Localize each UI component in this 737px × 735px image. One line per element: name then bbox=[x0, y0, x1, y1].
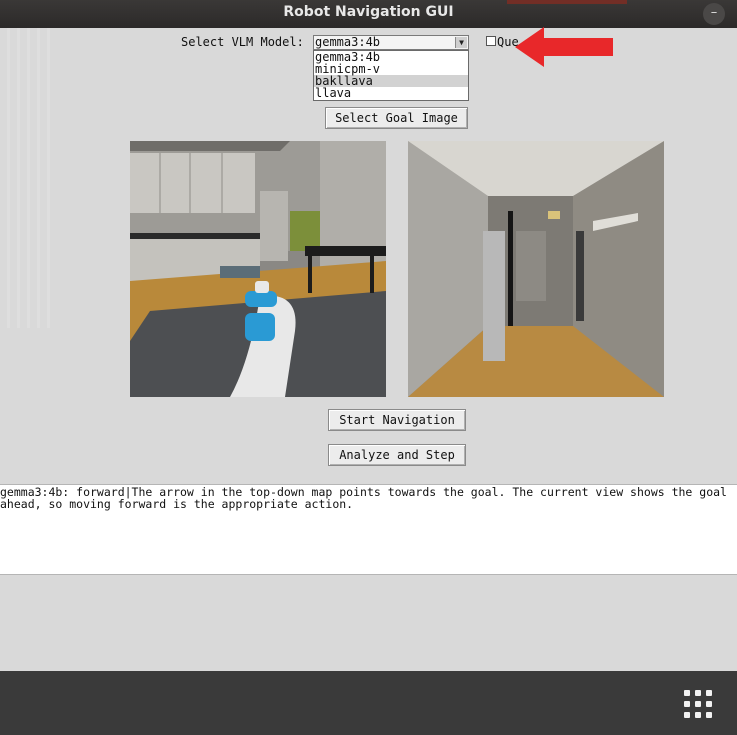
current-view-image bbox=[130, 141, 386, 397]
background-ghost-window bbox=[0, 28, 50, 328]
red-arrow-icon bbox=[515, 27, 613, 67]
app-grid-dot bbox=[706, 690, 712, 696]
app-grid-dot bbox=[684, 701, 690, 707]
vlm-model-dropdown-list[interactable]: gemma3:4b minicpm-v bakllava llava bbox=[313, 50, 469, 101]
dropdown-option-llava[interactable]: llava bbox=[314, 87, 468, 99]
queue-checkbox[interactable] bbox=[486, 36, 496, 46]
app-grid-dot bbox=[706, 701, 712, 707]
vlm-model-select[interactable]: gemma3:4b ▼ bbox=[313, 35, 469, 50]
app-grid-dot bbox=[695, 701, 701, 707]
app-grid-dot bbox=[684, 690, 690, 696]
dock-bar bbox=[0, 671, 737, 735]
app-grid-dot bbox=[695, 712, 701, 718]
app-grid-dot bbox=[684, 712, 690, 718]
vlm-model-label: Select VLM Model: bbox=[181, 35, 304, 49]
window-title: Robot Navigation GUI bbox=[283, 4, 454, 20]
window-titlebar: Robot Navigation GUI – bbox=[0, 0, 737, 28]
analyze-and-step-button[interactable]: Analyze and Step bbox=[328, 444, 466, 466]
app-grid-dot bbox=[695, 690, 701, 696]
output-text-area[interactable]: gemma3:4b: forward|The arrow in the top-… bbox=[0, 484, 737, 575]
vlm-model-selected-value: gemma3:4b bbox=[315, 35, 381, 49]
goal-image bbox=[408, 141, 664, 397]
minimize-icon[interactable]: – bbox=[703, 3, 725, 25]
app-grid-icon[interactable] bbox=[684, 690, 714, 720]
triangle-down-icon[interactable]: ▼ bbox=[455, 37, 467, 48]
app-grid-dot bbox=[706, 712, 712, 718]
annotation-arrow-shape bbox=[515, 27, 613, 67]
start-navigation-button[interactable]: Start Navigation bbox=[328, 409, 466, 431]
select-goal-image-button[interactable]: Select Goal Image bbox=[325, 107, 468, 129]
